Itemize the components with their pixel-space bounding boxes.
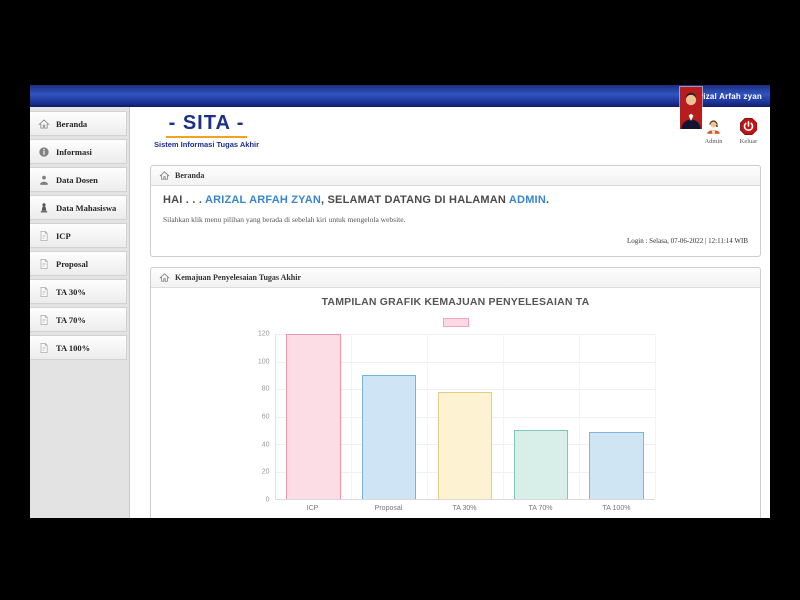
sidebar-item-label: TA 100% [56, 343, 90, 353]
chart-title: TAMPILAN GRAFIK KEMAJUAN PENYELESAIAN TA [151, 296, 760, 308]
chart-vertical-gridline [427, 334, 428, 499]
y-axis-tick-label: 80 [262, 386, 270, 393]
x-axis-tick-label: TA 70% [503, 500, 579, 518]
chart-vertical-gridline [655, 334, 656, 499]
sidebar-item-label: Data Dosen [56, 175, 98, 185]
chart-y-axis: 020406080100120 [257, 334, 272, 500]
x-axis-tick-label: TA 30% [427, 500, 503, 518]
sidebar-item-label: TA 30% [56, 287, 86, 297]
sidebar-item-label: Informasi [56, 147, 92, 157]
chart-vertical-gridline [579, 334, 580, 499]
admin-person-icon [704, 117, 723, 136]
action-label: Admin [704, 138, 723, 145]
logged-in-username: Arizal Arfah zyan [694, 92, 762, 101]
sidebar-item-ta-100-[interactable]: TA 100% [30, 335, 127, 360]
sidebar-item-icp[interactable]: ICP [30, 223, 127, 248]
sidebar-item-data-dosen[interactable]: Data Dosen [30, 167, 127, 192]
login-timestamp: Login : Selasa, 07-06-2022 | 12:11:14 WI… [163, 237, 748, 245]
user-icon [38, 174, 50, 186]
bar-ta-30-[interactable] [438, 392, 493, 499]
sidebar-item-label: Proposal [56, 259, 88, 269]
app-subtitle: Sistem Informasi Tugas Akhir [154, 140, 259, 149]
chart-vertical-gridline [351, 334, 352, 499]
admin-button[interactable]: Admin [704, 117, 723, 145]
keluar-button[interactable]: Keluar [739, 117, 758, 145]
sidebar-item-ta-70-[interactable]: TA 70% [30, 307, 127, 332]
user-photo-avatar [680, 87, 702, 129]
welcome-message: HAI . . . ARIZAL ARFAH ZYAN, SELAMAT DAT… [163, 194, 748, 206]
welcome-username: ARIZAL ARFAH ZYAN [205, 194, 321, 206]
student-icon [38, 202, 50, 214]
y-axis-tick-label: 0 [266, 497, 270, 504]
instruction-note: Silahkan klik menu pilihan yang berada d… [163, 215, 748, 224]
x-axis-tick-label: TA 100% [579, 500, 655, 518]
x-axis-tick-label: ICP [275, 500, 351, 518]
sidebar-item-ta-30-[interactable]: TA 30% [30, 279, 127, 304]
welcome-role: ADMIN [509, 194, 546, 206]
chart-legend-swatch[interactable] [443, 318, 469, 327]
home-icon [159, 170, 170, 181]
progress-panel: Kemajuan Penyelesaian Tugas Akhir TAMPIL… [150, 267, 761, 518]
sidebar-menu: Beranda Informasi Data Dosen Data Mahasiswa… [30, 107, 130, 518]
document-icon [38, 230, 50, 242]
progress-panel-title: Kemajuan Penyelesaian Tugas Akhir [175, 273, 301, 282]
bar-proposal[interactable] [362, 375, 417, 499]
home-icon [159, 272, 170, 283]
document-icon [38, 258, 50, 270]
beranda-panel-title: Beranda [175, 171, 204, 180]
y-axis-tick-label: 120 [258, 331, 270, 338]
bar-ta-100-[interactable] [589, 432, 644, 499]
app-window: Arizal Arfah zyan Beranda Informasi Data D… [30, 85, 770, 518]
sidebar-item-proposal[interactable]: Proposal [30, 251, 127, 276]
sidebar-item-data-mahasiswa[interactable]: Data Mahasiswa [30, 195, 127, 220]
document-icon [38, 314, 50, 326]
info-icon [38, 146, 50, 158]
top-navbar: Arizal Arfah zyan [30, 85, 770, 107]
bar-chart: 0 20 40 60 80 100 120 ICPProposalTA 30%TA 70%T… [257, 332, 655, 518]
sidebar-item-beranda[interactable]: Beranda [30, 111, 127, 136]
sidebar-item-label: Data Mahasiswa [56, 203, 116, 213]
home-icon [38, 118, 50, 130]
y-axis-tick-label: 20 [262, 469, 270, 476]
bar-icp[interactable] [286, 334, 341, 499]
x-axis-tick-label: Proposal [351, 500, 427, 518]
bar-ta-70-[interactable] [514, 430, 569, 499]
sidebar-item-label: ICP [56, 231, 71, 241]
chart-vertical-gridline [503, 334, 504, 499]
app-logo: - SITA - Sistem Informasi Tugas Akhir [154, 112, 259, 149]
chart-x-axis: ICPProposalTA 30%TA 70%TA 100% [275, 500, 655, 518]
y-axis-tick-label: 60 [262, 414, 270, 421]
chart-plot-area [275, 334, 655, 500]
y-axis-tick-label: 100 [258, 358, 270, 365]
document-icon [38, 286, 50, 298]
progress-panel-header: Kemajuan Penyelesaian Tugas Akhir [151, 268, 760, 288]
document-icon [38, 342, 50, 354]
sidebar-item-informasi[interactable]: Informasi [30, 139, 127, 164]
power-icon [739, 117, 758, 136]
y-axis-tick-label: 40 [262, 441, 270, 448]
action-label: Keluar [739, 138, 758, 145]
main-content: - SITA - Sistem Informasi Tugas Akhir Ad… [130, 107, 770, 518]
sidebar-item-label: TA 70% [56, 315, 86, 325]
beranda-panel-header: Beranda [151, 166, 760, 186]
app-title: - SITA - [166, 112, 248, 138]
beranda-panel: Beranda HAI . . . ARIZAL ARFAH ZYAN, SEL… [150, 165, 761, 257]
user-actions: Admin Keluar [704, 117, 758, 145]
sidebar-item-label: Beranda [56, 119, 87, 129]
